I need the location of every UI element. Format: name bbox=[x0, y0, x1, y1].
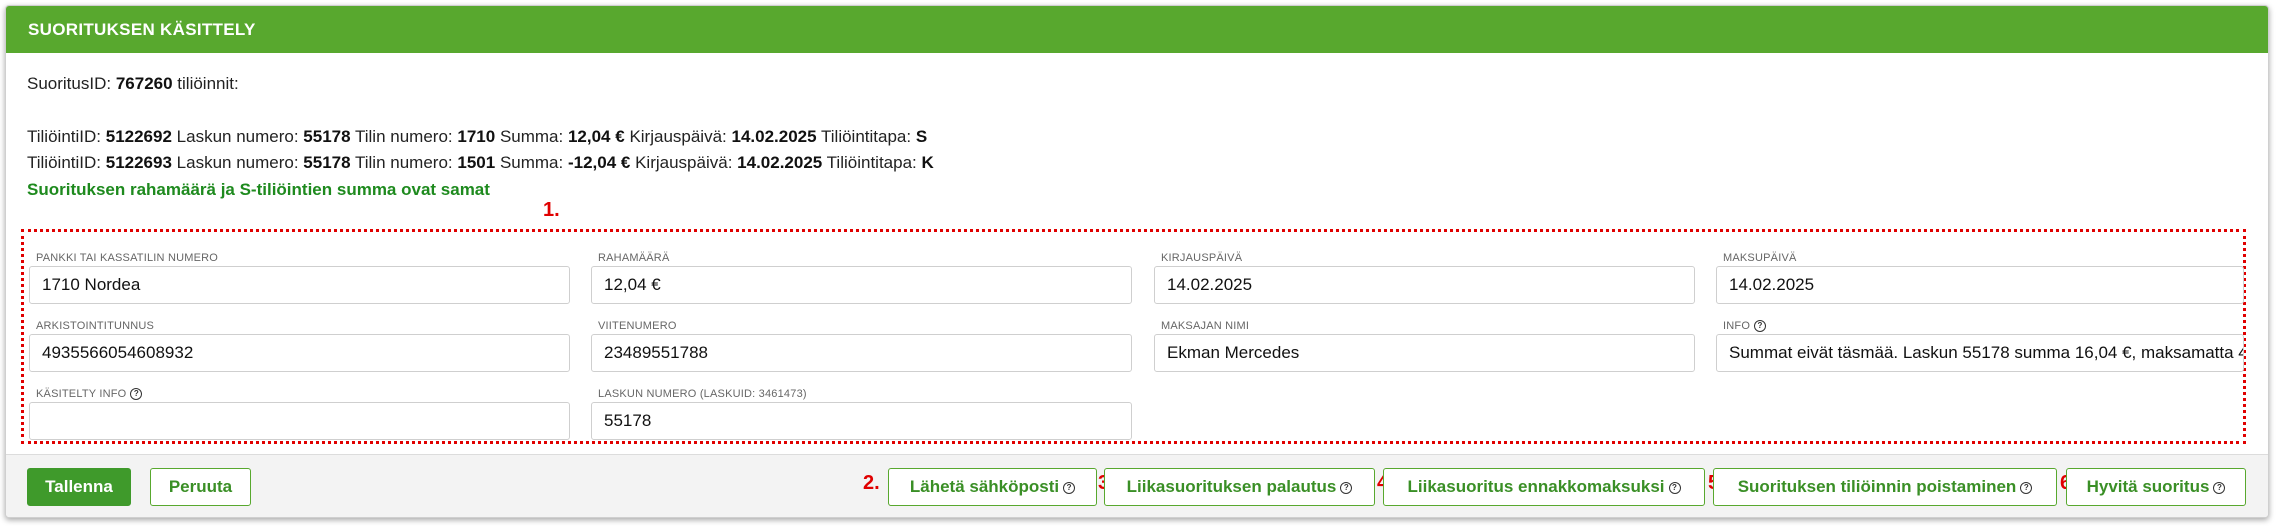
info-input[interactable]: Summat eivät täsmää. Laskun 55178 summa … bbox=[1716, 334, 2244, 372]
info-field: INFO? Summat eivät täsmää. Laskun 55178 … bbox=[1716, 320, 2244, 372]
amount-field: RAHAMÄÄRÄ 12,04 € bbox=[591, 252, 1132, 304]
cancel-button[interactable]: Peruuta bbox=[150, 468, 251, 506]
handled-info-input[interactable] bbox=[29, 402, 570, 440]
reference-input[interactable]: 23489551788 bbox=[591, 334, 1132, 372]
help-icon: ? bbox=[1340, 481, 1353, 494]
payment-id-line: SuoritusID: 767260 tiliöinnit: bbox=[27, 74, 239, 93]
posting-line-2: TiliöintiID: 5122693 Laskun numero: 5517… bbox=[27, 153, 934, 172]
payment-date-input[interactable]: 14.02.2025 bbox=[1716, 266, 2244, 304]
action-footer: Tallenna Peruuta 2. Lähetä sähköposti? 3… bbox=[6, 454, 2268, 517]
save-button[interactable]: Tallenna bbox=[27, 468, 131, 506]
amount-input[interactable]: 12,04 € bbox=[591, 266, 1132, 304]
help-icon[interactable]: ? bbox=[130, 388, 143, 401]
credit-payment-button[interactable]: Hyvitä suoritus? bbox=[2066, 468, 2246, 506]
form-highlight-box: PANKKI TAI KASSATILIN NUMERO 1710 Nordea… bbox=[21, 229, 2246, 444]
archive-id-field: ARKISTOINTITUNNUS 4935566054608932 bbox=[29, 320, 570, 372]
bank-account-input[interactable]: 1710 Nordea bbox=[29, 266, 570, 304]
status-message: Suorituksen rahamäärä ja S-tiliöintien s… bbox=[27, 180, 490, 199]
booking-date-input[interactable]: 14.02.2025 bbox=[1154, 266, 1695, 304]
invoice-number-field: LASKUN NUMERO (LASKUID: 3461473) 55178 bbox=[591, 388, 1132, 440]
help-icon: ? bbox=[2213, 481, 2226, 494]
invoice-number-input[interactable]: 55178 bbox=[591, 402, 1132, 440]
reference-field: VIITENUMERO 23489551788 bbox=[591, 320, 1132, 372]
payment-date-field: MAKSUPÄIVÄ 14.02.2025 bbox=[1716, 252, 2244, 304]
help-icon: ? bbox=[1063, 481, 1076, 494]
delete-posting-button[interactable]: Suorituksen tiliöinnin poistaminen? bbox=[1713, 468, 2057, 506]
help-icon: ? bbox=[1668, 481, 1681, 494]
annotation-1: 1. bbox=[543, 199, 560, 221]
send-email-button[interactable]: Lähetä sähköposti? bbox=[888, 468, 1097, 506]
bank-account-field: PANKKI TAI KASSATILIN NUMERO 1710 Nordea bbox=[29, 252, 570, 304]
panel-title: SUORITUKSEN KÄSITTELY bbox=[6, 6, 2268, 53]
archive-id-input[interactable]: 4935566054608932 bbox=[29, 334, 570, 372]
posting-line-1: TiliöintiID: 5122692 Laskun numero: 5517… bbox=[27, 127, 928, 146]
payment-id: 767260 bbox=[115, 74, 173, 93]
payer-name-field: MAKSAJAN NIMI Ekman Mercedes bbox=[1154, 320, 1695, 372]
help-icon: ? bbox=[2020, 481, 2033, 494]
payer-name-input[interactable]: Ekman Mercedes bbox=[1154, 334, 1695, 372]
payment-processing-panel: SUORITUKSEN KÄSITTELY SuoritusID: 767260… bbox=[5, 5, 2269, 518]
overpayment-return-button[interactable]: Liikasuorituksen palautus? bbox=[1104, 468, 1375, 506]
handled-info-field: KÄSITELTY INFO? bbox=[29, 388, 570, 440]
help-icon[interactable]: ? bbox=[1754, 320, 1767, 333]
overpayment-advance-button[interactable]: Liikasuoritus ennakkomaksuksi? bbox=[1383, 468, 1705, 506]
booking-date-field: KIRJAUSPÄIVÄ 14.02.2025 bbox=[1154, 252, 1695, 304]
annotation-2: 2. bbox=[863, 472, 880, 494]
